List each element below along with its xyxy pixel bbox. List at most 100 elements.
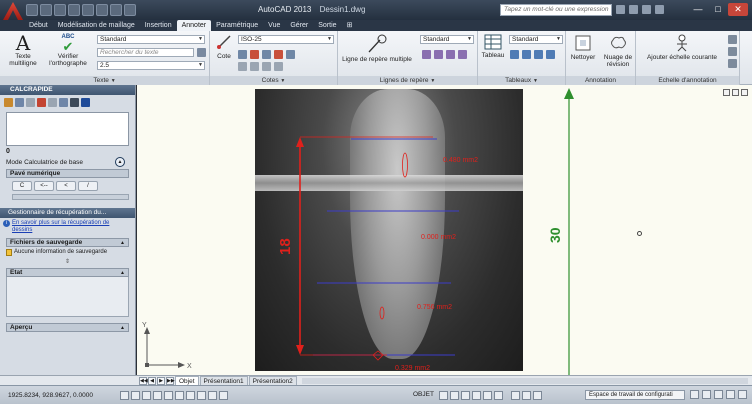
- help-icon[interactable]: [81, 98, 90, 107]
- table-button[interactable]: Tableau: [481, 34, 505, 59]
- otrack-icon[interactable]: [197, 390, 206, 400]
- tab-parametrique[interactable]: Paramétrique: [211, 20, 263, 31]
- tab-gerer[interactable]: Gérer: [285, 20, 313, 31]
- tab-insertion[interactable]: Insertion: [140, 20, 177, 31]
- scale-sync-icon[interactable]: [728, 59, 737, 68]
- canal-outline-1[interactable]: [402, 152, 408, 178]
- last-tab-icon[interactable]: ▶▶: [166, 376, 175, 385]
- auto-scale-icon[interactable]: [532, 390, 542, 400]
- dim-text-30[interactable]: 30: [547, 227, 563, 243]
- dim-update-icon[interactable]: [238, 62, 247, 71]
- area-label-1[interactable]: 0.480 mm2: [443, 157, 478, 164]
- showmotion-icon[interactable]: [493, 390, 503, 400]
- find-icon[interactable]: [197, 48, 206, 57]
- polar-icon[interactable]: [164, 390, 173, 400]
- leader-add-icon[interactable]: [422, 50, 431, 59]
- dim-inspect-icon[interactable]: [274, 62, 283, 71]
- open-file-icon[interactable]: [40, 4, 52, 16]
- intersection-icon[interactable]: [59, 98, 68, 107]
- annotation-visibility-icon[interactable]: [521, 390, 531, 400]
- leader-remove-icon[interactable]: [434, 50, 443, 59]
- get-coords-icon[interactable]: [26, 98, 35, 107]
- dim-style-select[interactable]: ISO-25 ▼: [238, 35, 334, 44]
- multileader-button[interactable]: Ligne de repère multiple: [342, 34, 412, 63]
- find-text-input[interactable]: Rechercher du texte: [97, 48, 194, 57]
- save-as-icon[interactable]: [68, 4, 80, 16]
- area-label-3[interactable]: 0.756 mm2: [417, 304, 452, 311]
- add-current-scale-button[interactable]: Ajouter échelle courante: [640, 34, 724, 61]
- snap-icon[interactable]: [131, 390, 140, 400]
- dim-jog-icon[interactable]: [262, 62, 271, 71]
- spellcheck-button[interactable]: ABC ✔ Vérifier l'orthographe: [44, 34, 92, 67]
- group-texte-title[interactable]: Texte ▼: [0, 76, 209, 85]
- text-height-select[interactable]: 2.5 ▼: [97, 61, 205, 70]
- leader-collect-icon[interactable]: [458, 50, 467, 59]
- tab-more[interactable]: ⊞: [342, 20, 358, 31]
- tab-annoter[interactable]: Annoter: [176, 20, 212, 31]
- user-icon[interactable]: [629, 5, 638, 14]
- leader-style-select[interactable]: Standard ▼: [420, 35, 474, 44]
- dim-linear-icon[interactable]: [238, 50, 247, 59]
- search-icon[interactable]: [616, 5, 625, 14]
- numeric-pad-scrollbar[interactable]: [12, 194, 129, 200]
- scale-delete-icon[interactable]: [728, 47, 737, 56]
- tab-vue[interactable]: Vue: [263, 20, 285, 31]
- key-backspace[interactable]: <--: [34, 181, 54, 191]
- clear-icon[interactable]: [4, 98, 13, 107]
- clean-screen-icon[interactable]: [738, 390, 747, 399]
- revision-cloud-button[interactable]: Nuage de révision: [601, 34, 635, 68]
- text-style-select[interactable]: Standard ▼: [97, 35, 205, 44]
- dim-oblique-icon[interactable]: [250, 62, 259, 71]
- close-button[interactable]: ✕: [728, 3, 748, 16]
- canal-outline-2[interactable]: [379, 306, 385, 320]
- group-reperes-title[interactable]: Lignes de repère ▼: [338, 76, 477, 85]
- table-export-icon[interactable]: [534, 50, 543, 59]
- backup-files-header[interactable]: Fichiers de sauvegarde ▲: [6, 238, 129, 247]
- tab-presentation2[interactable]: Présentation2: [248, 376, 297, 385]
- ortho-icon[interactable]: [153, 390, 162, 400]
- workspace-dropdown-icon[interactable]: [124, 4, 136, 16]
- table-style-select[interactable]: Standard ▼: [509, 35, 563, 44]
- model-space-label[interactable]: OBJET: [413, 391, 434, 400]
- viewport-minimize-icon[interactable]: [723, 89, 730, 96]
- viewport-restore-icon[interactable]: [732, 89, 739, 96]
- isolate-icon[interactable]: [714, 390, 723, 399]
- hardware-accel-icon[interactable]: [702, 390, 711, 399]
- dyn-icon[interactable]: [219, 390, 228, 400]
- key-less[interactable]: <: [56, 181, 76, 191]
- group-echelle-title[interactable]: Echelle d'annotation: [636, 76, 739, 85]
- tab-sortie[interactable]: Sortie: [313, 20, 341, 31]
- tab-objet[interactable]: Objet: [175, 376, 199, 385]
- tab-debut[interactable]: Début: [24, 20, 53, 31]
- viewport-point[interactable]: [637, 231, 642, 236]
- help-icon[interactable]: [655, 5, 664, 14]
- splitter-grip[interactable]: ⇕: [0, 258, 135, 266]
- line-angle-icon[interactable]: [48, 98, 57, 107]
- paste-icon[interactable]: [70, 98, 79, 107]
- maximize-button[interactable]: □: [708, 3, 728, 16]
- 3d-osnap-icon[interactable]: [186, 390, 195, 400]
- layout1-icon[interactable]: [449, 390, 459, 400]
- area-label-4[interactable]: 0.329 mm2: [395, 365, 430, 372]
- dim-space-icon[interactable]: [274, 50, 283, 59]
- etat-header[interactable]: Etat ▲: [6, 268, 129, 277]
- viewport-close-icon[interactable]: [741, 89, 748, 96]
- dimension-button[interactable]: Cote: [213, 33, 235, 60]
- plot-icon[interactable]: [82, 4, 94, 16]
- dim-break-icon[interactable]: [286, 50, 295, 59]
- table-link-icon[interactable]: [510, 50, 519, 59]
- status-menu-icon[interactable]: [726, 390, 735, 399]
- leader-align-icon[interactable]: [446, 50, 455, 59]
- steering-wheel-icon[interactable]: [482, 390, 492, 400]
- area-label-2[interactable]: 0.000 mm2: [421, 234, 456, 241]
- redo-icon[interactable]: [110, 4, 122, 16]
- wipeout-button[interactable]: Nettoyer: [568, 34, 598, 61]
- multiline-text-button[interactable]: A Texte multiligne: [6, 33, 40, 67]
- help-search-input[interactable]: Tapez un mot-clé ou une expression: [500, 4, 612, 16]
- dim-baseline-icon[interactable]: [262, 50, 271, 59]
- prev-tab-icon[interactable]: ◀: [148, 376, 156, 385]
- ducs-icon[interactable]: [208, 390, 217, 400]
- chevron-up-icon[interactable]: ▲: [115, 157, 125, 167]
- first-tab-icon[interactable]: ◀◀: [139, 376, 148, 385]
- infer-constraints-icon[interactable]: [120, 390, 129, 400]
